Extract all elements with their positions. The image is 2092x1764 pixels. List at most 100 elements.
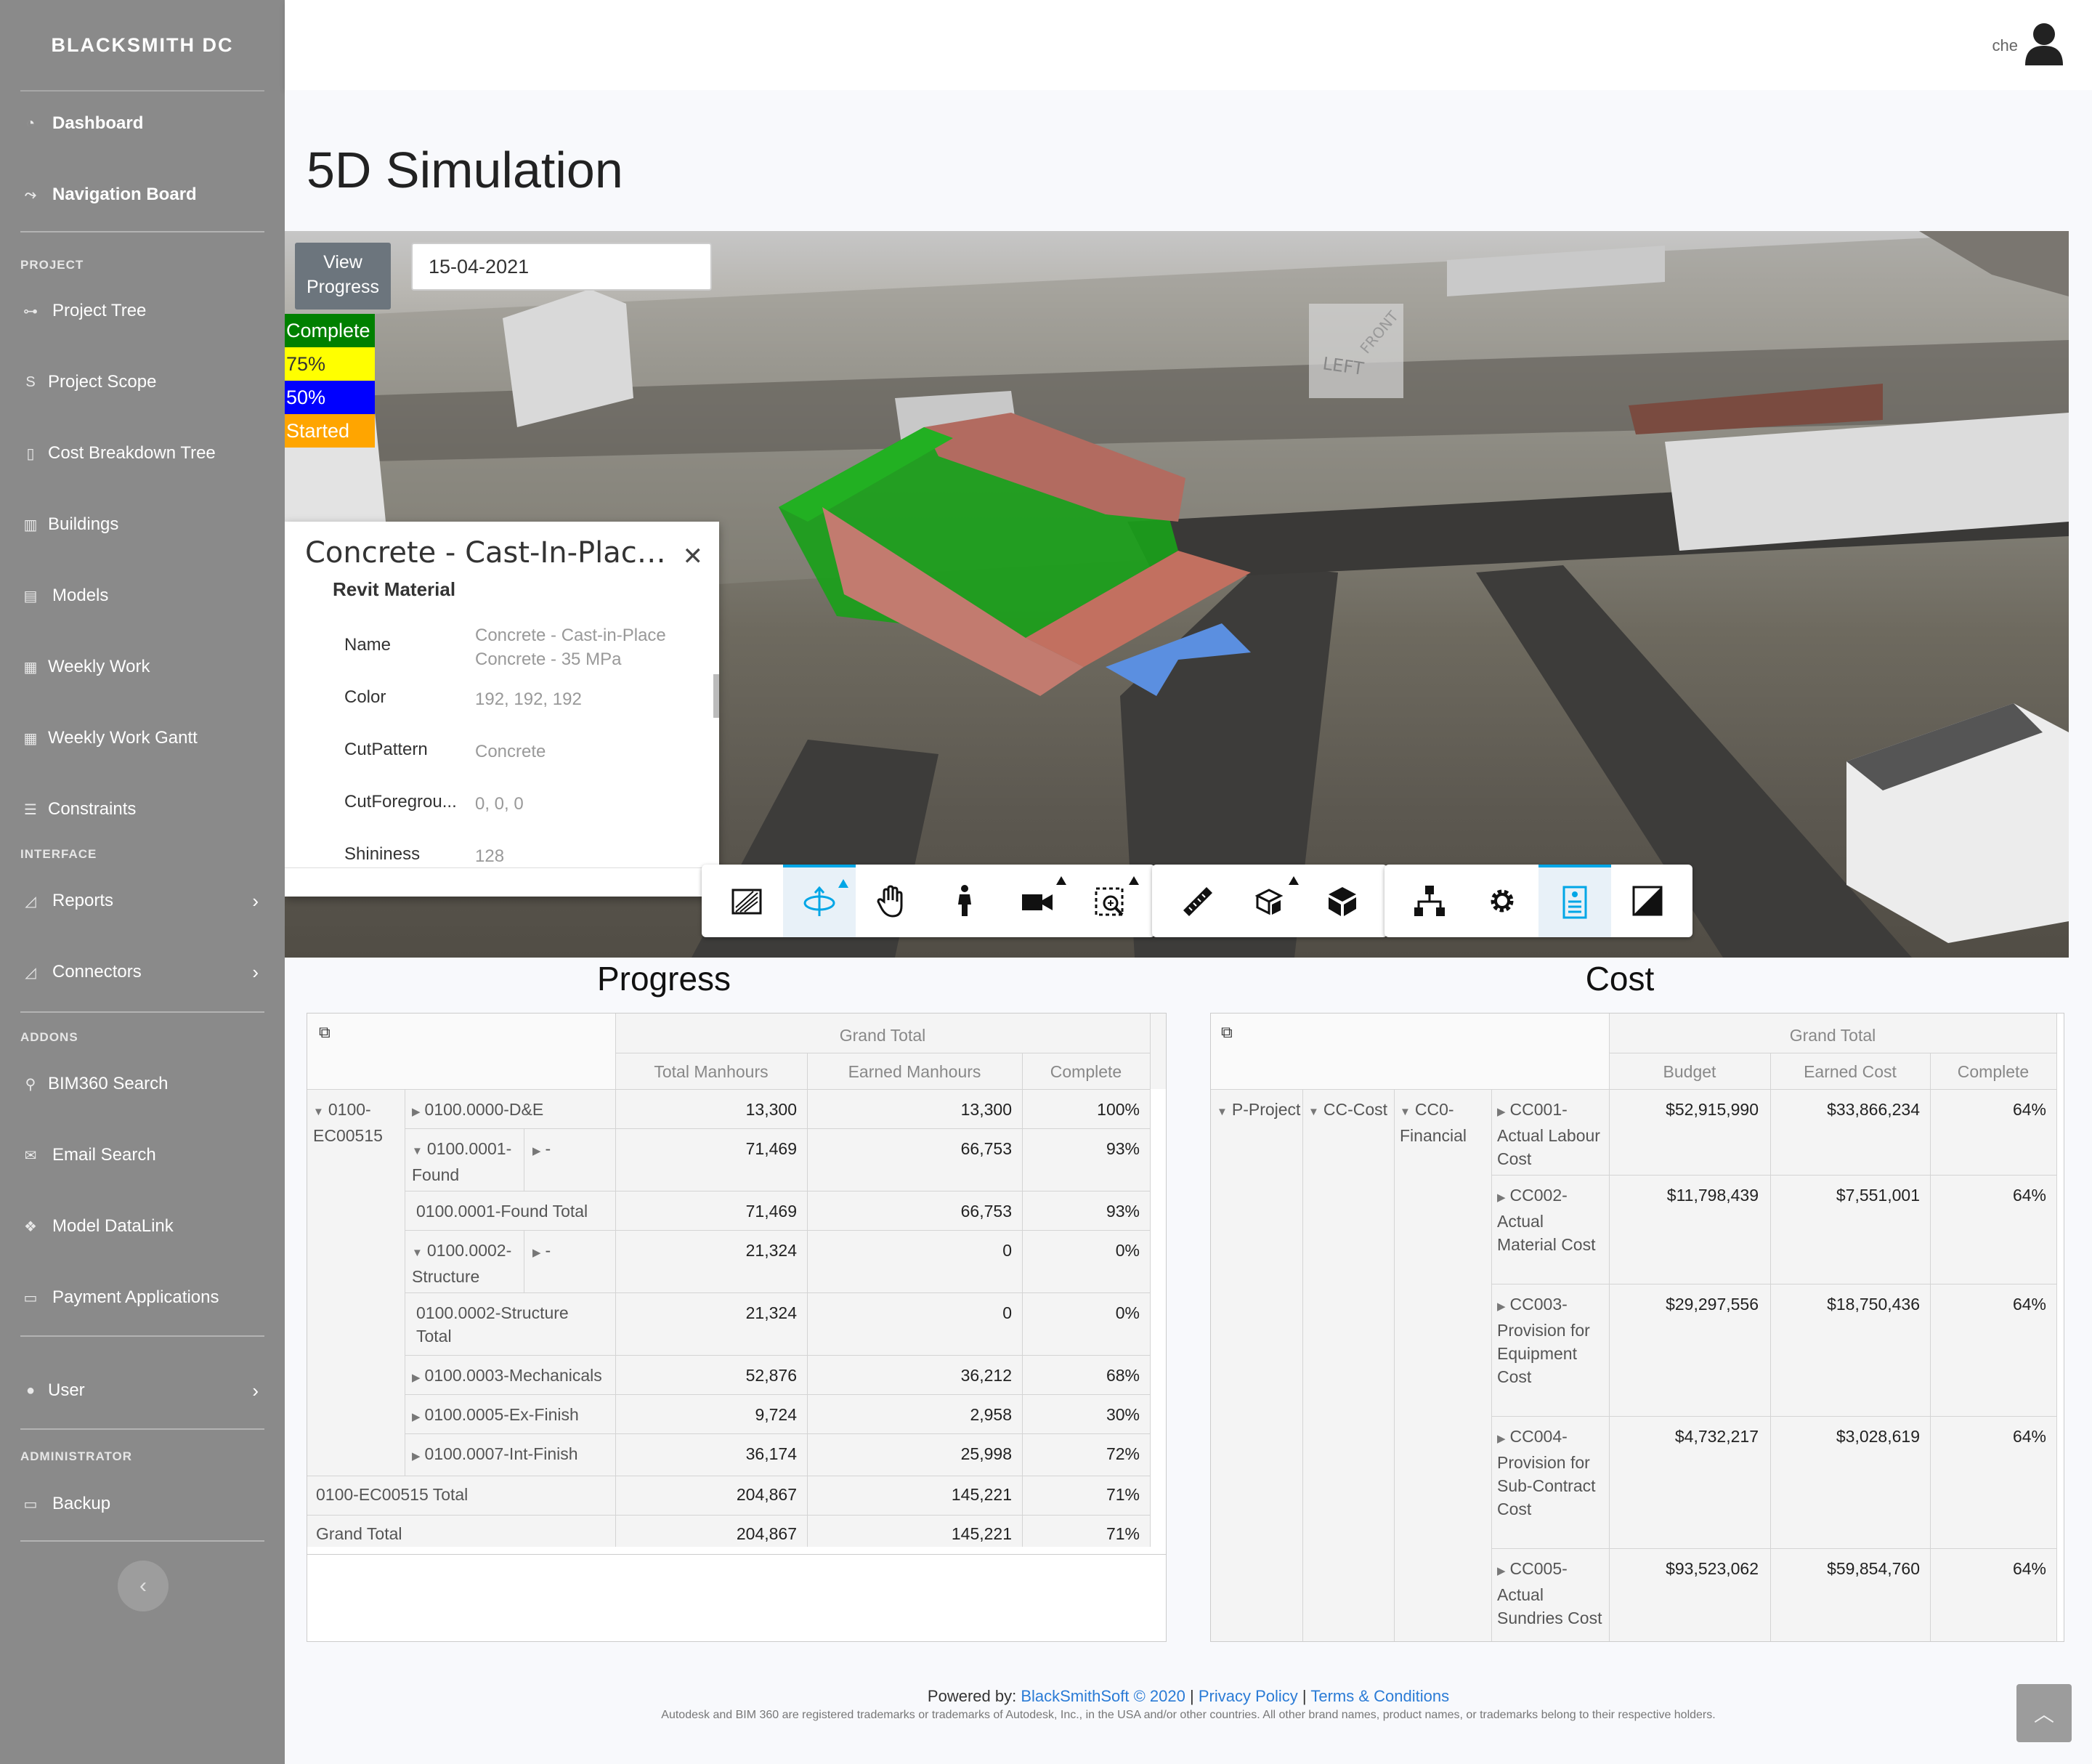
sidebar-item-reports[interactable]: ◿ Reports › [0,890,285,912]
main-content: 5D Simulation LEFT FRONT View Progress 1… [285,90,2092,1764]
cell-complete: 64% [2012,1295,2046,1314]
fit-view-tool-button[interactable] [1074,865,1146,937]
sidebar-item-project-scope[interactable]: S Project Scope [0,372,285,392]
table-row-label[interactable]: ▶ 0100.0000-D&E [412,1098,543,1124]
cell-earned-manhours: 25,998 [960,1444,1012,1463]
sidebar-toggle-button[interactable]: ‹ [118,1561,169,1611]
column-header-earned-cost[interactable]: Earned Cost [1770,1060,1930,1083]
credit-card-icon: ▭ [23,1290,38,1306]
sidebar-item-label: Project Tree [52,301,147,320]
sidebar-item-connectors[interactable]: ◿ Connectors › [0,961,285,983]
cell-earned-manhours: 36,212 [960,1366,1012,1385]
table-row-label[interactable]: ▶ 0100.0003-Mechanicals [412,1364,602,1390]
sidebar-item-project-tree[interactable]: ⊶ Project Tree [0,301,285,321]
model-browser-tool-button[interactable] [1306,865,1379,937]
sitemap-icon: ⊶ [23,303,38,320]
first-person-icon [958,885,971,916]
table-row-label[interactable]: ▼ 0100.0001-Found [412,1137,521,1186]
column-header-total-manhours[interactable]: Total Manhours [615,1060,807,1083]
sidebar-item-bim360-search[interactable]: ⚲ BIM360 Search [0,1074,285,1094]
pan-icon [877,885,903,918]
measure-tool-button[interactable] [1161,865,1233,937]
user-name[interactable]: che [1992,36,2018,55]
scroll-to-top-button[interactable]: ︿ [2016,1684,2072,1742]
sidebar-item-backup[interactable]: ▭ Backup [0,1494,285,1514]
sidebar-item-models[interactable]: ▤ Models [0,586,285,606]
table-row-label[interactable]: ▶ 0100.0007-Int-Finish [412,1442,578,1468]
fullscreen-tool-button[interactable] [1611,865,1684,937]
property-key: CutPattern [344,740,428,759]
row-divider [405,1292,1150,1293]
close-icon[interactable]: ✕ [683,542,704,571]
properties-panel[interactable]: Concrete - Cast-In-Place Concrete - 35 M… [285,522,719,897]
user-avatar-icon[interactable] [2024,22,2064,65]
explode-tool-button[interactable] [1233,865,1306,937]
sidebar-item-user[interactable]: ● User › [0,1380,285,1401]
property-row: Name Concrete - Cast-in-Place Concrete -… [344,625,708,673]
cell-earned-cost: $7,551,001 [1836,1186,1920,1205]
settings-tool-button[interactable] [1466,865,1538,937]
cost-pivot-table: ⧉ Grand Total Budget Earned Cost Complet… [1210,1013,2064,1642]
cell-budget: $11,798,439 [1666,1186,1759,1205]
submenu-indicator-icon [838,879,848,888]
table-row-header[interactable]: ▼ 0100-EC00515 [313,1098,408,1147]
row-divider [405,1394,1150,1395]
table-row-header[interactable]: ▼ P-Project [1217,1098,1300,1124]
sidebar-item-dashboard[interactable]: ◔ Dashboard [0,113,285,134]
structure-tool-button[interactable] [1393,865,1466,937]
cell-complete: 64% [2012,1186,2046,1205]
table-row-header[interactable]: ▼ CC-Cost [1308,1098,1387,1124]
table-row-label[interactable]: ▶ CC001-Actual Labour Cost [1497,1098,1613,1170]
column-header-complete[interactable]: Complete [1022,1060,1150,1083]
property-key: Name [344,635,392,655]
orbit-tool-button[interactable] [783,865,856,937]
dollar-icon: S [25,373,36,390]
table-row-label[interactable]: ▶ - [532,1137,551,1163]
date-input[interactable]: 15-04-2021 [411,243,712,291]
terms-link[interactable]: Terms & Conditions [1310,1687,1449,1705]
row-divider [405,1128,1150,1129]
row-label: 0100.0003-Mechanicals [424,1366,602,1385]
forge-viewer[interactable]: LEFT FRONT View Progress 15-04-2021 Comp… [285,231,2069,958]
section-tool-button[interactable] [710,865,783,937]
column-header-earned-manhours[interactable]: Earned Manhours [807,1060,1022,1083]
cell-earned-manhours: 145,221 [951,1524,1012,1543]
sidebar-item-weekly-work[interactable]: ▦ Weekly Work [0,657,285,677]
brand-logo[interactable]: BLACKSMITH DC [0,0,285,90]
pivot-settings-icon[interactable]: ⧉ [319,1021,331,1044]
first-person-tool-button[interactable] [928,865,1001,937]
sidebar-item-model-datalink[interactable]: ❖ Model DataLink [0,1216,285,1237]
pivot-settings-icon[interactable]: ⧉ [1221,1021,1233,1044]
privacy-policy-link[interactable]: Privacy Policy [1199,1687,1298,1705]
credit-card-icon: ▭ [23,1496,38,1513]
table-row-label[interactable]: ▶ CC005-Actual Sundries Cost [1497,1557,1606,1630]
sidebar-item-constraints[interactable]: ☰ Constraints [0,799,285,820]
sidebar-item-buildings[interactable]: ▥ Buildings [0,514,285,535]
column-header-budget[interactable]: Budget [1609,1060,1770,1083]
row-label: - [545,1241,551,1260]
properties-tool-button[interactable] [1538,865,1611,937]
sidebar-item-cost-breakdown-tree[interactable]: ▯ Cost Breakdown Tree [0,443,285,464]
sidebar-item-payment-applications[interactable]: ▭ Payment Applications [0,1287,285,1308]
sidebar-item-weekly-work-gantt[interactable]: ▦ Weekly Work Gantt [0,728,285,748]
table-row-label[interactable]: ▶ 0100.0005-Ex-Finish [412,1403,579,1429]
table-row-label[interactable]: ▼ 0100.0002-Structure [412,1239,521,1288]
properties-section-heading[interactable]: Revit Material [333,578,455,601]
cell-total-manhours: 13,300 [745,1100,797,1119]
table-row-label[interactable]: ▶ - [532,1239,551,1265]
table-row-label[interactable]: ▶ CC002-Actual Material Cost [1497,1184,1606,1256]
sidebar-item-email-search[interactable]: ✉ Email Search [0,1145,285,1165]
table-row-header[interactable]: ▼ CC0-Financial [1400,1098,1491,1147]
table-row-label[interactable]: ▶ CC003-Provision for Equipment Cost [1497,1292,1606,1388]
properties-title[interactable]: Concrete - Cast-In-Place Concrete - 35 M… [305,536,683,570]
box-icon: ▤ [23,588,38,604]
company-link[interactable]: BlackSmithSoft © 2020 [1021,1687,1185,1705]
sidebar-item-navigation-board[interactable]: ⤳ Navigation Board [0,185,285,205]
pan-tool-button[interactable] [856,865,928,937]
table-row-label[interactable]: ▶ CC004-Provision for Sub-Contract Cost [1497,1425,1606,1521]
camera-tool-button[interactable] [1001,865,1074,937]
row-divider [1491,1548,2056,1549]
column-header-complete[interactable]: Complete [1930,1060,2056,1083]
view-progress-button[interactable]: View Progress [295,243,391,309]
properties-scrollbar[interactable] [713,674,719,718]
